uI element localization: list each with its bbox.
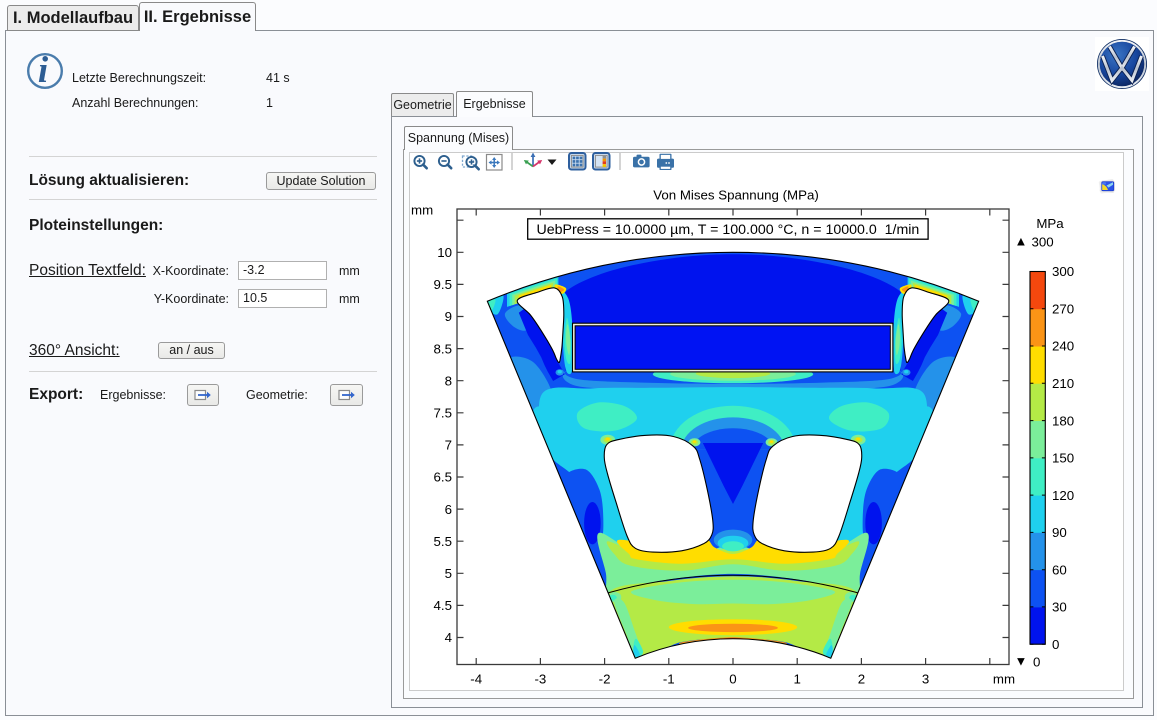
svg-text:6.5: 6.5 [434, 470, 453, 485]
svg-text:-3: -3 [534, 672, 546, 687]
svg-text:▼: ▼ [1015, 654, 1028, 669]
svg-text:0: 0 [1052, 637, 1059, 652]
svg-text:300: 300 [1052, 264, 1074, 279]
svg-text:-1: -1 [663, 672, 675, 687]
svg-text:0: 0 [1033, 655, 1040, 670]
svg-text:5.5: 5.5 [434, 534, 453, 549]
svg-text:▲: ▲ [1015, 234, 1028, 249]
svg-text:4: 4 [445, 630, 452, 645]
svg-text:mm: mm [993, 672, 1015, 687]
svg-text:270: 270 [1052, 302, 1074, 317]
svg-text:30: 30 [1052, 600, 1067, 615]
svg-text:UebPress = 10.0000 µm, T = 100: UebPress = 10.0000 µm, T = 100.000 °C, n… [536, 222, 919, 238]
svg-text:8: 8 [445, 373, 452, 388]
svg-text:7: 7 [445, 438, 452, 453]
svg-text:1: 1 [793, 672, 800, 687]
svg-text:300: 300 [1032, 235, 1054, 250]
svg-text:180: 180 [1052, 413, 1074, 428]
svg-text:7.5: 7.5 [434, 406, 453, 421]
svg-text:0: 0 [729, 672, 736, 687]
svg-text:150: 150 [1052, 451, 1074, 466]
svg-text:-4: -4 [470, 672, 482, 687]
svg-text:9.5: 9.5 [434, 277, 453, 292]
svg-text:120: 120 [1052, 488, 1074, 503]
svg-text:8.5: 8.5 [434, 341, 453, 356]
svg-text:mm: mm [411, 203, 433, 218]
svg-text:Von Mises Spannung (MPa): Von Mises Spannung (MPa) [653, 188, 819, 203]
svg-text:9: 9 [445, 309, 452, 324]
svg-text:2: 2 [858, 672, 865, 687]
svg-text:210: 210 [1052, 376, 1074, 391]
svg-text:5: 5 [445, 566, 452, 581]
svg-text:6: 6 [445, 502, 452, 517]
svg-text:-2: -2 [599, 672, 611, 687]
svg-text:240: 240 [1052, 339, 1074, 354]
svg-text:MPa: MPa [1036, 216, 1064, 231]
svg-text:3: 3 [922, 672, 929, 687]
svg-text:10: 10 [437, 245, 452, 260]
svg-text:i: i [38, 52, 49, 90]
svg-text:60: 60 [1052, 562, 1067, 577]
svg-text:90: 90 [1052, 525, 1067, 540]
svg-text:4.5: 4.5 [434, 598, 453, 613]
